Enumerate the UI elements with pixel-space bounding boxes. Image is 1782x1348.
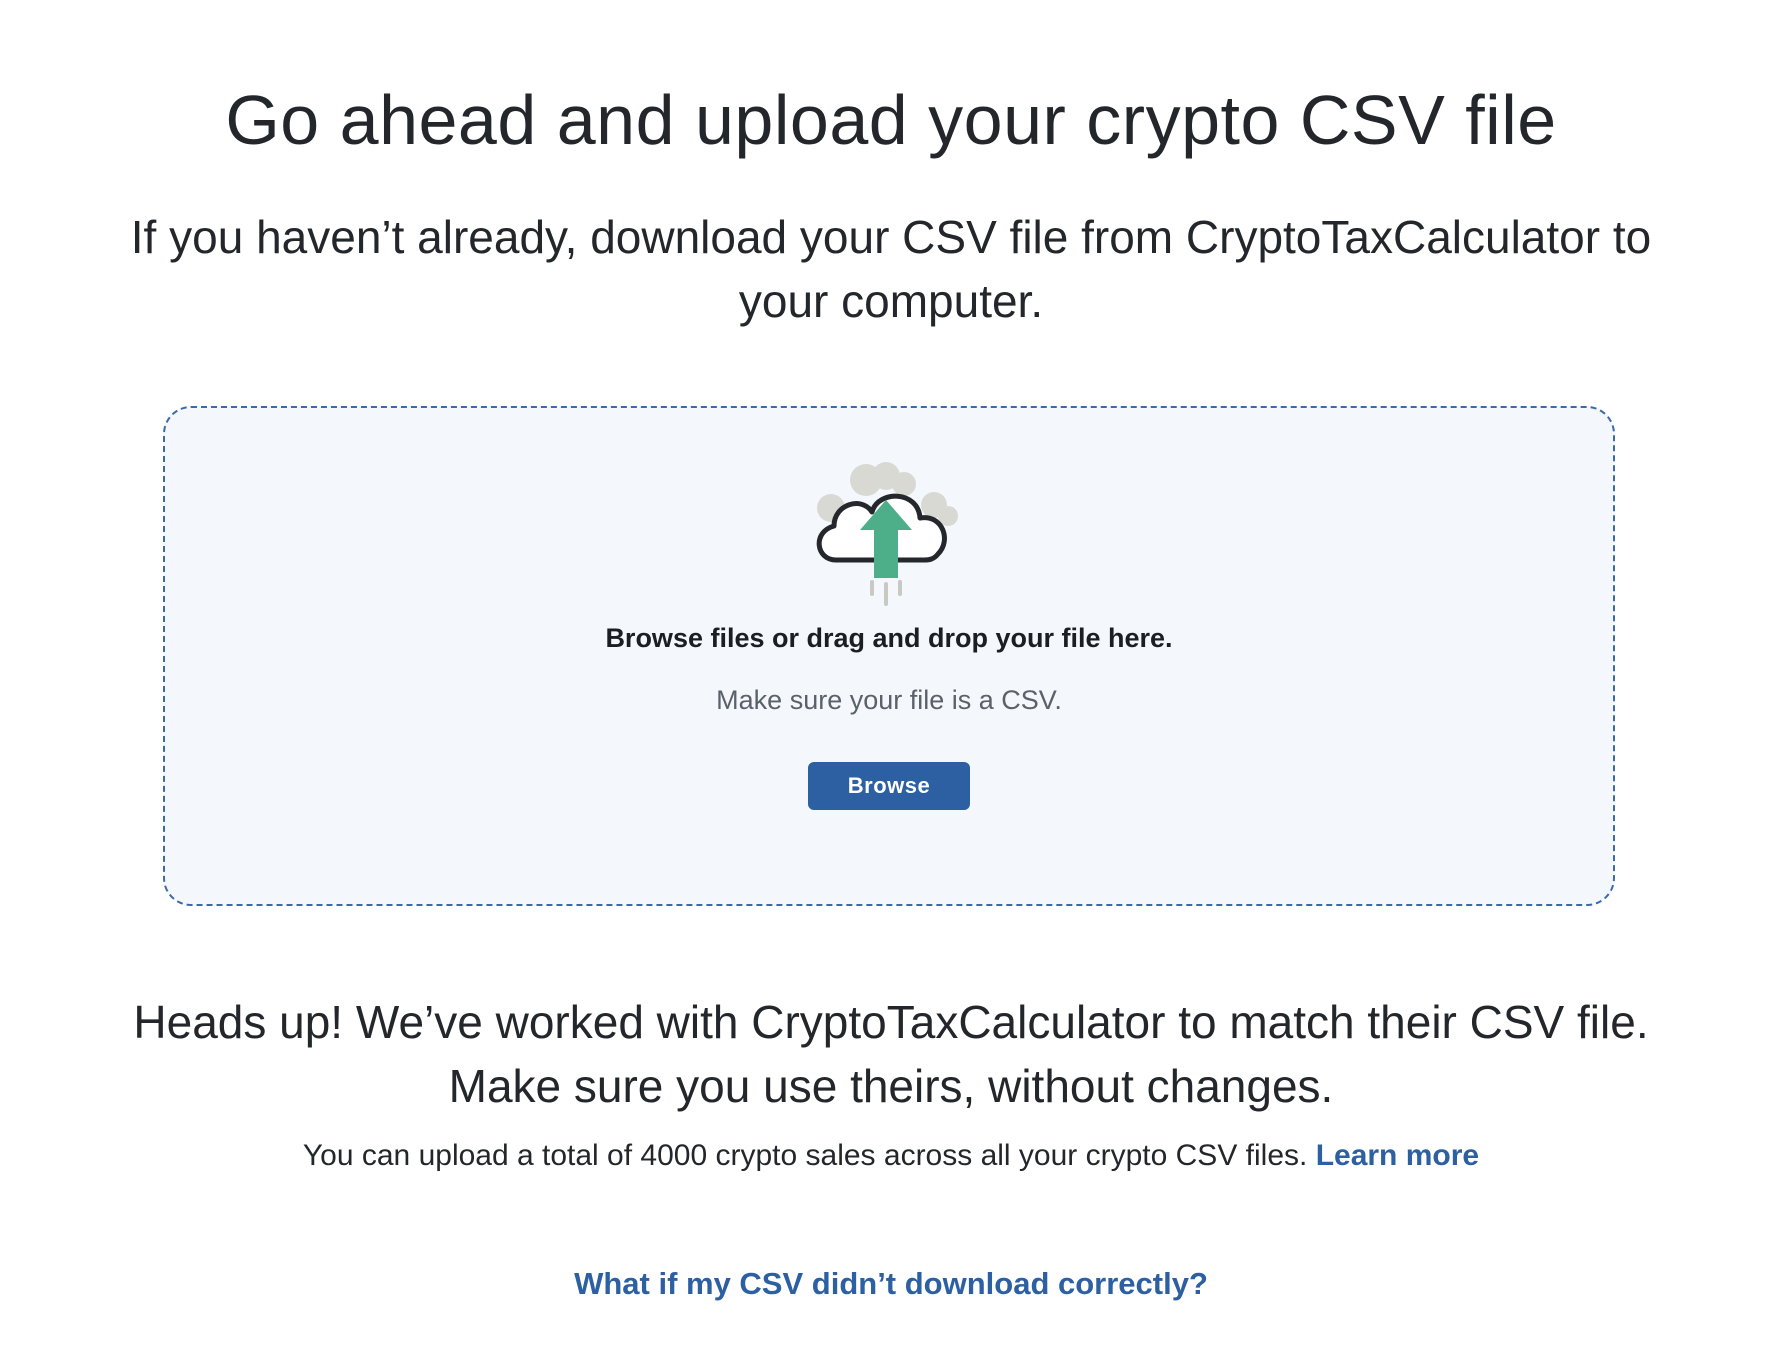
upload-limit-text: You can upload a total of 4000 crypto sa…	[90, 1136, 1692, 1176]
dropzone-file-hint: Make sure your file is a CSV.	[716, 685, 1062, 715]
browse-button[interactable]: Browse	[808, 762, 970, 810]
page-subtitle: If you haven’t already, download your CS…	[130, 211, 1652, 327]
heads-up-notice: Heads up! We’ve worked with CryptoTaxCal…	[133, 996, 1649, 1112]
cloud-upload-icon	[816, 462, 958, 606]
dropzone-instructions: Browse files or drag and drop your file …	[605, 623, 1173, 653]
csv-download-help-link[interactable]: What if my CSV didn’t download correctly…	[574, 1266, 1208, 1301]
page-title: Go ahead and upload your crypto CSV file	[225, 81, 1557, 159]
help-link-container: What if my CSV didn’t download correctly…	[0, 1264, 1782, 1304]
upload-limit-label: You can upload a total of 4000 crypto sa…	[302, 1139, 1316, 1172]
learn-more-link[interactable]: Learn more	[1316, 1139, 1479, 1172]
upload-page: Go ahead and upload your crypto CSV file…	[0, 0, 1782, 1348]
